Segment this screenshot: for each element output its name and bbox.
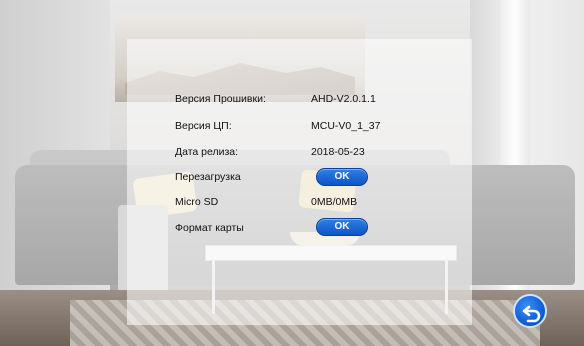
micro-sd-label: Micro SD — [175, 196, 219, 208]
format-card-row: Формат карты — [0, 222, 584, 238]
release-date-row: Дата релиза: 2018-05-23 — [0, 146, 584, 162]
firmware-row: Версия Прошивки: AHD-V2.0.1.1 — [0, 93, 584, 109]
reboot-label: Перезагрузка — [175, 171, 241, 183]
firmware-value: AHD-V2.0.1.1 — [311, 93, 376, 105]
firmware-label: Версия Прошивки: — [175, 93, 266, 105]
cpu-value: MCU-V0_1_37 — [311, 120, 381, 132]
screen: Версия Прошивки: AHD-V2.0.1.1 Версия ЦП:… — [0, 0, 584, 346]
back-button[interactable] — [513, 294, 547, 328]
format-card-label: Формат карты — [175, 222, 244, 234]
back-arrow-icon — [522, 305, 541, 323]
cpu-row: Версия ЦП: MCU-V0_1_37 — [0, 120, 584, 136]
cpu-label: Версия ЦП: — [175, 120, 232, 132]
reboot-row: Перезагрузка — [0, 171, 584, 187]
micro-sd-value: 0MB/0MB — [311, 196, 358, 208]
release-date-label: Дата релиза: — [175, 146, 239, 158]
reboot-ok-button[interactable]: OK — [316, 168, 368, 186]
micro-sd-row: Micro SD 0MB/0MB — [0, 196, 584, 212]
release-date-value: 2018-05-23 — [311, 146, 365, 158]
format-card-ok-button[interactable]: OK — [316, 218, 368, 236]
